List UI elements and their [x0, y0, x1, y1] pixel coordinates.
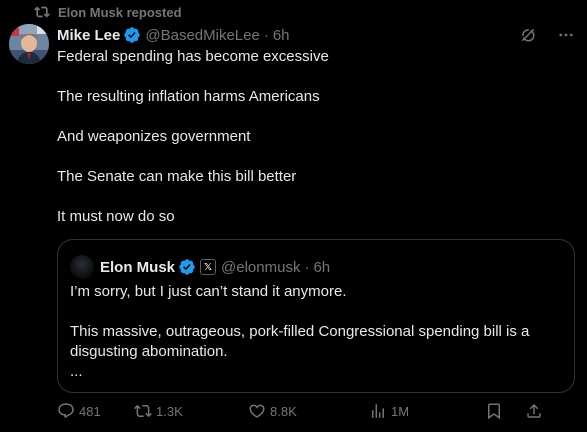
- action-bar: 481 1.3K 8.8K 1M: [57, 402, 577, 420]
- quoted-author-name: Elon Musk: [100, 258, 176, 276]
- quoted-paragraph: This massive, outrageous, pork-filled Co…: [70, 323, 530, 360]
- bookmark-icon: [488, 403, 500, 420]
- tweet-header: Mike Lee @BasedMikeLee · 6h: [57, 26, 290, 44]
- repost-icon: [34, 6, 50, 18]
- repost-text: Elon Musk reposted: [58, 4, 182, 20]
- like-count: 8.8K: [270, 403, 297, 419]
- tweet-line: And weaponizes government: [57, 128, 251, 145]
- retweet-button[interactable]: 1.3K: [134, 402, 248, 420]
- quoted-ellipsis: ...: [70, 363, 83, 380]
- verified-badge-icon: [179, 259, 195, 275]
- quoted-author-handle: @elonmusk: [221, 258, 301, 276]
- quoted-paragraph: I’m sorry, but I just can’t stand it any…: [70, 283, 347, 300]
- grok-icon[interactable]: [519, 26, 537, 44]
- tweet-line: The resulting inflation harms Americans: [57, 88, 320, 105]
- quoted-tweet-text: I’m sorry, but I just can’t stand it any…: [70, 282, 565, 382]
- tweet-text: Federal spending has become excessive Th…: [57, 47, 567, 247]
- views-button[interactable]: 1M: [369, 402, 485, 420]
- top-actions: [519, 26, 575, 44]
- tweet-line: The Senate can make this bill better: [57, 168, 297, 185]
- bookmark-button[interactable]: [485, 402, 525, 420]
- author-name[interactable]: Mike Lee: [57, 27, 120, 44]
- separator-dot: ·: [263, 26, 269, 44]
- share-icon: [527, 403, 541, 418]
- timestamp[interactable]: 6h: [273, 27, 290, 44]
- tweet-line: Federal spending has become excessive: [57, 48, 329, 65]
- quoted-timestamp: 6h: [313, 258, 331, 276]
- view-count: 1M: [391, 403, 410, 419]
- verified-badge-icon: [124, 27, 141, 43]
- quoted-avatar: [70, 255, 94, 279]
- more-icon[interactable]: [557, 26, 575, 44]
- author-handle[interactable]: @BasedMikeLee: [145, 27, 259, 44]
- reply-icon: [58, 403, 74, 419]
- quoted-tweet-header: Elon Musk 𝕏 @elonmusk · 6h: [70, 255, 330, 279]
- quoted-tweet[interactable]: Elon Musk 𝕏 @elonmusk · 6h I’m sorry, bu…: [57, 239, 575, 393]
- retweet-count: 1.3K: [156, 403, 183, 419]
- avatar[interactable]: [9, 24, 49, 64]
- separator-dot: ·: [304, 258, 310, 276]
- views-icon: [372, 404, 384, 418]
- like-icon: [249, 404, 265, 418]
- x-affiliate-badge: 𝕏: [200, 259, 217, 275]
- reply-count: 481: [79, 403, 101, 419]
- avatar-image: [9, 24, 49, 64]
- like-button[interactable]: 8.8K: [248, 402, 369, 420]
- share-button[interactable]: [525, 402, 543, 420]
- reply-button[interactable]: 481: [57, 402, 134, 420]
- tweet-line: It must now do so: [57, 208, 175, 225]
- retweet-icon: [134, 404, 152, 418]
- repost-indicator[interactable]: Elon Musk reposted: [34, 4, 182, 20]
